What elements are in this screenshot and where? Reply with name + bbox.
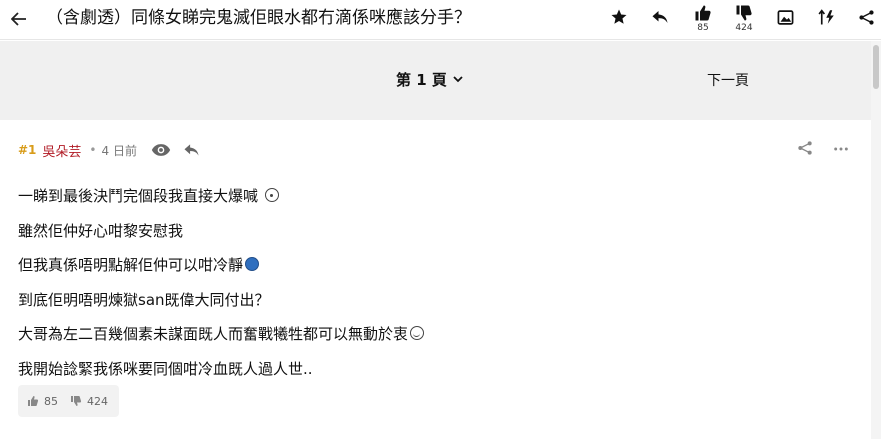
post-line: 一睇到最後決鬥完個段我直接大爆喊 xyxy=(18,179,424,214)
post-vote-box: 85 424 xyxy=(18,385,119,417)
scrollbar-thumb[interactable] xyxy=(873,45,879,89)
image-icon xyxy=(777,9,793,25)
grin-emoji-icon xyxy=(410,326,425,340)
cold-emoji-icon xyxy=(245,257,260,271)
next-page-link[interactable]: 下一頁 xyxy=(707,70,749,90)
sort-icon xyxy=(818,9,834,25)
shocked-emoji-icon xyxy=(264,188,279,202)
reply-button[interactable] xyxy=(647,4,673,30)
post-dislike-count: 424 xyxy=(87,394,108,408)
thread-dislike-count: 424 xyxy=(735,23,753,33)
share-icon xyxy=(798,141,812,155)
thumbs-up-icon xyxy=(695,5,711,21)
more-options-icon xyxy=(834,147,848,151)
post-header: #1 吳朵芸 • 4 日前 xyxy=(18,141,212,160)
post-share-button[interactable] xyxy=(797,140,813,160)
page-selector[interactable]: 第 1 頁 xyxy=(396,69,463,90)
sort-button[interactable] xyxy=(814,4,840,30)
thread-title: （含劇透）同條女睇完鬼滅佢眼水都冇滴係咪應該分手？ xyxy=(46,8,471,28)
post-like-button[interactable]: 85 xyxy=(27,395,58,408)
post-body: 一睇到最後決鬥完個段我直接大爆喊 雖然佢仲好心咁黎安慰我 但我真係唔明點解佢仲可… xyxy=(18,179,425,386)
top-bar: （含劇透）同條女睇完鬼滅佢眼水都冇滴係咪應該分手？ 85 424 xyxy=(0,0,881,40)
reply-icon xyxy=(652,11,668,23)
post-line: 我開始諗緊我係咪要同個咁冷血既人過人世.. xyxy=(18,359,313,378)
post-like-count: 85 xyxy=(44,394,58,408)
back-arrow-icon xyxy=(11,12,26,26)
scrollbar[interactable] xyxy=(871,41,881,439)
back-button[interactable] xyxy=(6,6,32,32)
separator-dot: • xyxy=(89,143,97,157)
post-line: 到底佢明唔明煉獄san既偉大同付出？ xyxy=(18,290,270,309)
reply-icon xyxy=(184,144,199,156)
star-icon xyxy=(611,9,627,24)
post-dislike-button[interactable]: 424 xyxy=(70,395,108,408)
post-author[interactable]: 吳朵芸 xyxy=(42,141,81,160)
page-navigation: 第 1 頁 下一頁 xyxy=(0,41,881,120)
post-number: #1 xyxy=(18,143,37,157)
share-icon xyxy=(858,9,874,25)
post-line: 大哥為左二百幾個素未謀面既人而奮戰犧牲都可以無動於衷 xyxy=(18,317,425,352)
view-author-only-button[interactable] xyxy=(151,143,171,157)
chevron-down-icon xyxy=(453,76,463,83)
thumbs-down-icon xyxy=(71,396,82,406)
post-more-button[interactable] xyxy=(833,141,849,161)
images-button[interactable] xyxy=(772,4,798,30)
current-page-label: 第 1 頁 xyxy=(396,71,447,89)
thumbs-up-icon xyxy=(28,396,39,406)
thread-like-count: 85 xyxy=(697,23,709,33)
bookmark-button[interactable] xyxy=(606,4,632,30)
post: #1 吳朵芸 • 4 日前 一睇到最後決鬥完個段我直接大爆喊 雖然佢仲好心咁黎安… xyxy=(0,125,870,439)
post-line: 但我真係唔明點解佢仲可以咁冷靜 xyxy=(18,248,424,283)
quote-button[interactable] xyxy=(183,143,200,157)
eye-icon xyxy=(151,144,171,156)
post-time: 4 日前 xyxy=(101,143,137,158)
share-button[interactable] xyxy=(853,4,879,30)
post-line: 雖然佢仲好心咁黎安慰我 xyxy=(18,221,184,240)
thumbs-down-icon xyxy=(736,5,752,21)
